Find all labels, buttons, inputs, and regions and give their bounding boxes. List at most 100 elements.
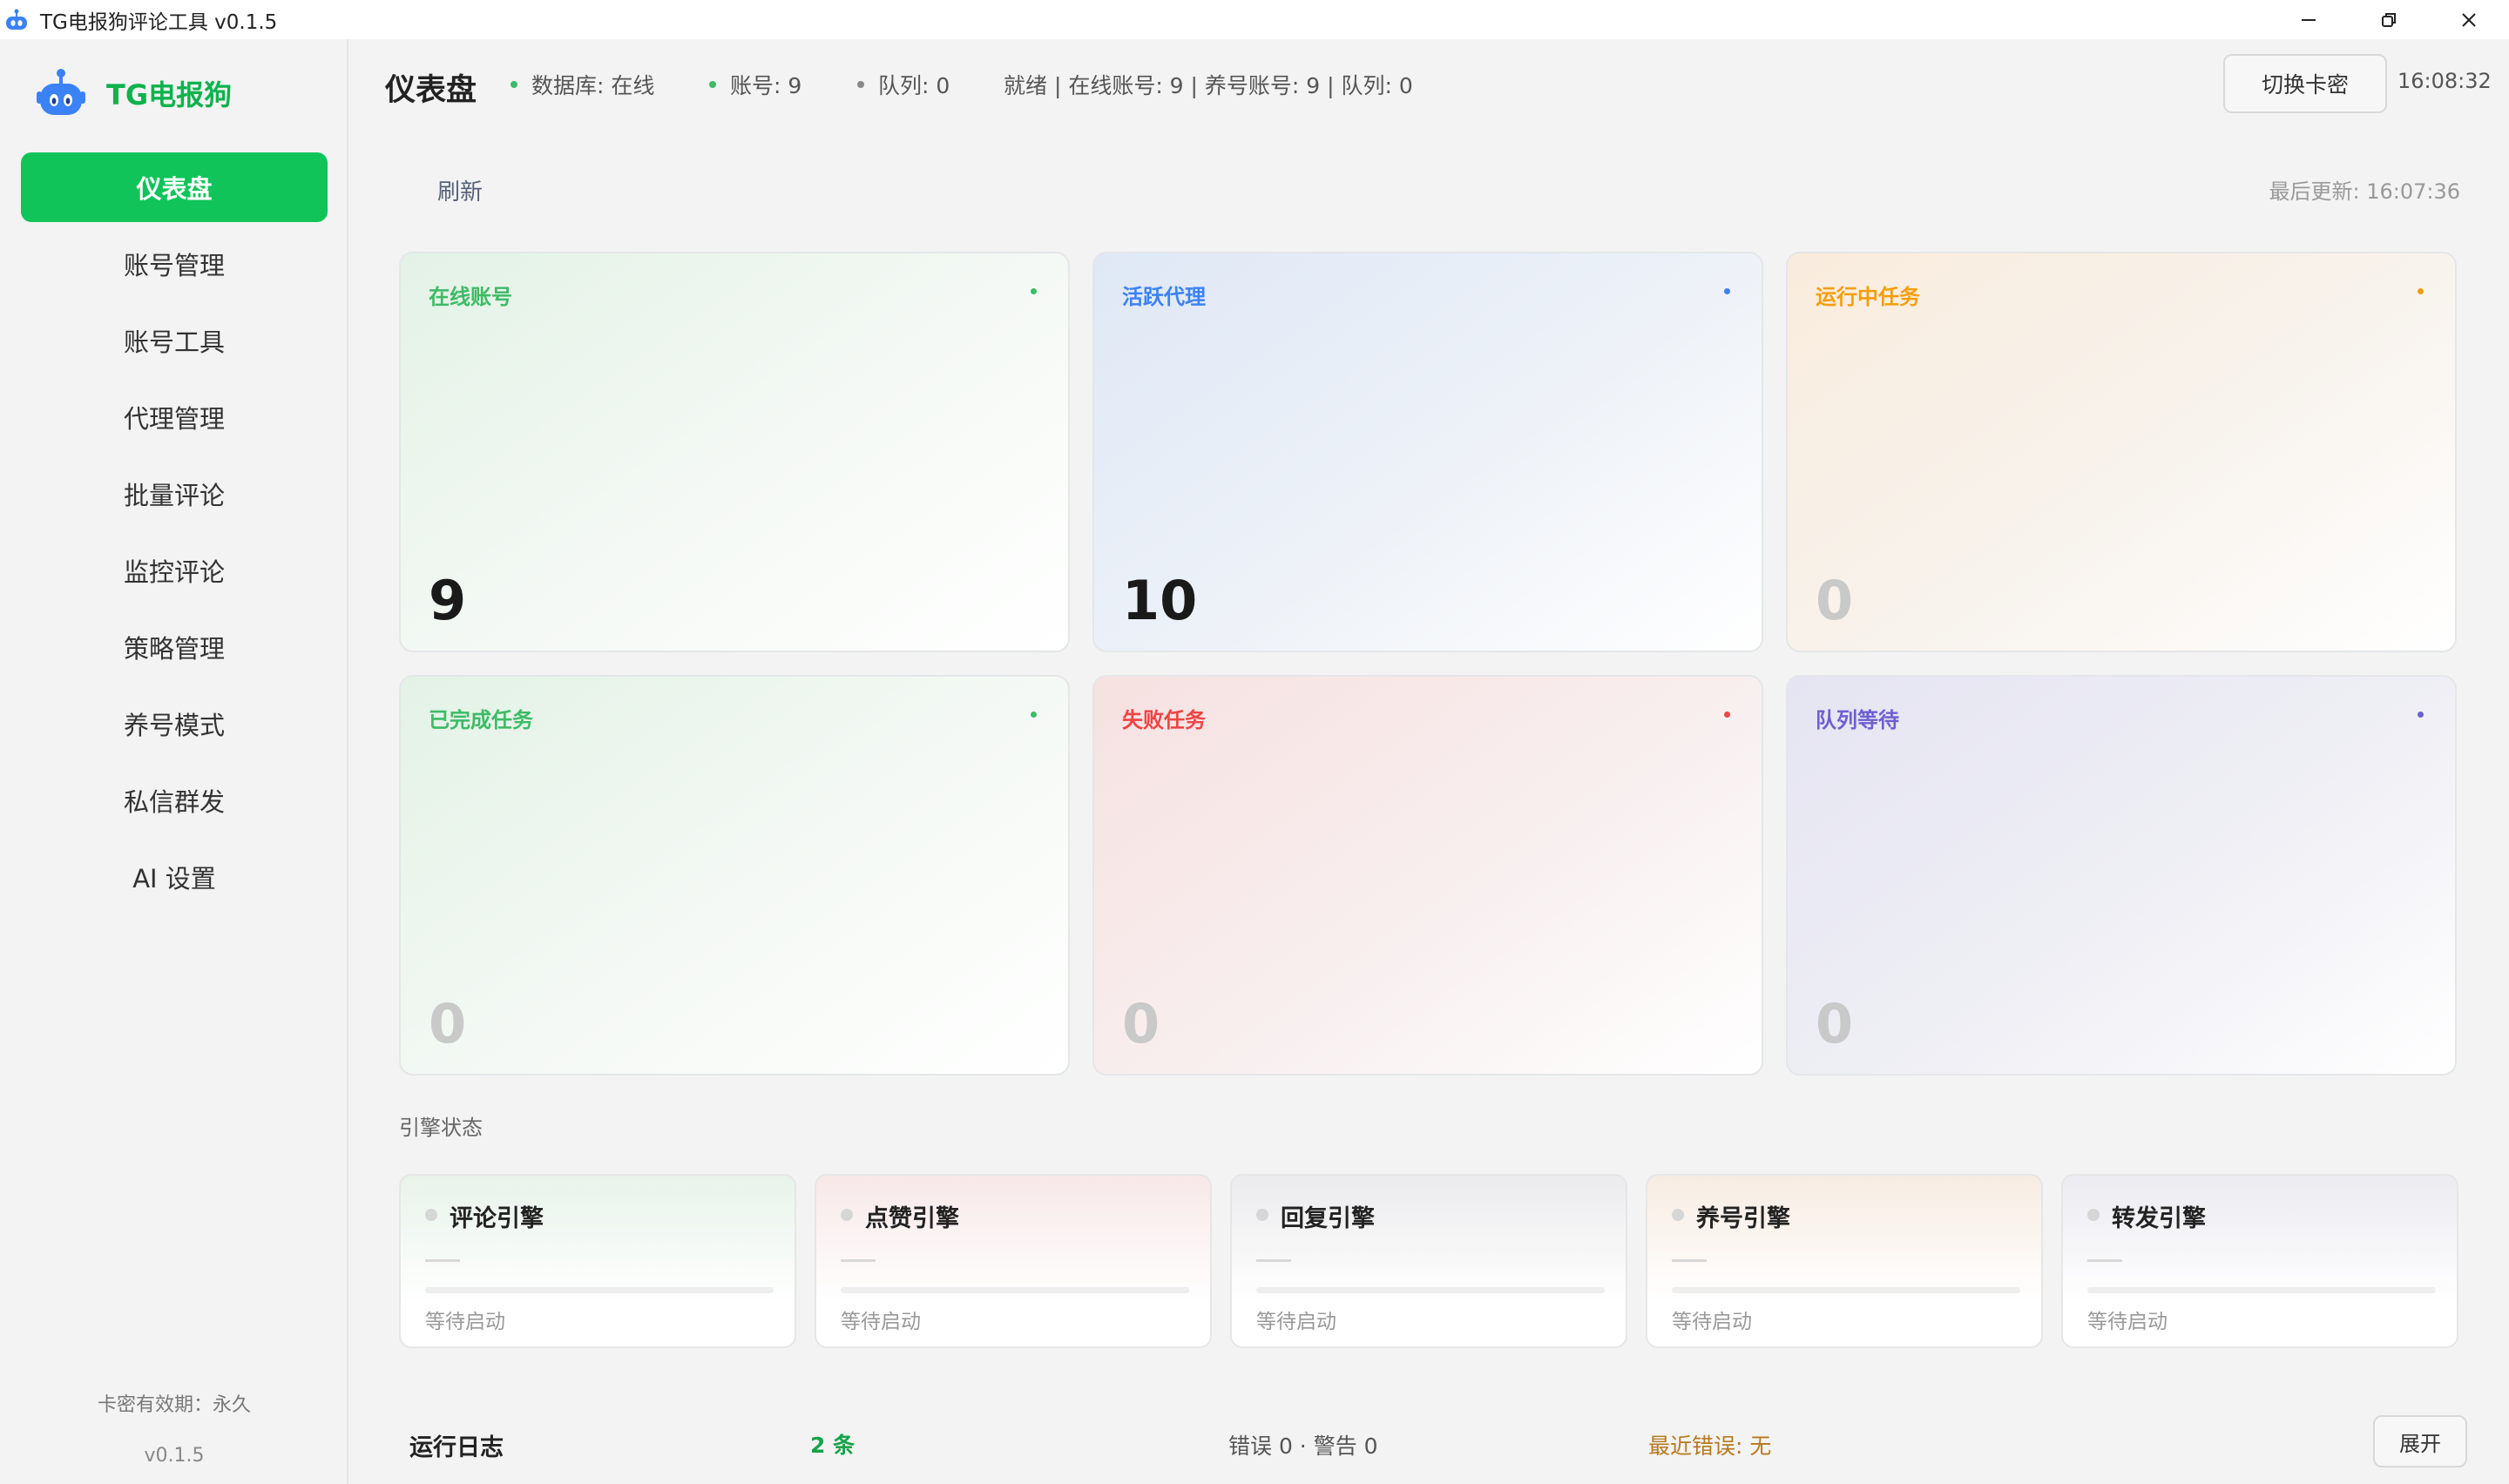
engine-status: 等待启动 — [425, 1311, 505, 1333]
engine-name: 评论引擎 — [450, 1205, 544, 1232]
stat-label: 运行中任务 — [1816, 285, 1920, 309]
engine-card-comment: 评论引擎 等待启动 — [399, 1174, 796, 1348]
status-summary: 就绪 | 在线账号: 9 | 养号账号: 9 | 队列: 0 — [1004, 73, 1413, 98]
clock: 16:08:32 — [2397, 69, 2492, 93]
engine-name: 转发引擎 — [2112, 1205, 2206, 1232]
engine-progress-placeholder — [1672, 1259, 1707, 1262]
db-status: 数据库: 在线 — [511, 69, 654, 100]
close-icon — [2462, 12, 2476, 27]
engine-progress-placeholder — [1256, 1259, 1291, 1262]
stat-card-running-tasks: 运行中任务 0 — [1786, 252, 2457, 652]
sidebar: TG电报狗 仪表盘 账号管理 账号工具 代理管理 批量评论 监控评论 策略管理 … — [0, 39, 348, 1484]
sidebar-item-dashboard[interactable]: 仪表盘 — [21, 152, 328, 222]
status-dot-icon — [2418, 712, 2424, 718]
stat-value: 0 — [1122, 992, 1160, 1056]
brand-name: TG电报狗 — [106, 78, 233, 111]
minimize-icon — [2302, 18, 2316, 21]
queue-status: 队列: 0 — [857, 69, 950, 100]
sidebar-item-monitor-comment[interactable]: 监控评论 — [21, 536, 328, 605]
brand: TG电报狗 — [33, 65, 232, 121]
stat-label: 已完成任务 — [429, 708, 533, 732]
stat-label: 队列等待 — [1816, 708, 1899, 732]
online-dot-icon — [511, 81, 517, 88]
engine-status: 等待启动 — [1672, 1311, 1752, 1333]
account-count-text: 账号: 9 — [730, 73, 802, 98]
stat-value: 0 — [1816, 569, 1854, 632]
online-dot-icon — [709, 81, 716, 88]
status-dot-icon — [1031, 712, 1037, 718]
engine-name: 回复引擎 — [1281, 1205, 1375, 1232]
run-log-count: 2 条 — [810, 1433, 855, 1458]
stat-value: 0 — [1816, 992, 1854, 1056]
status-dot-icon — [1031, 288, 1037, 294]
sidebar-item-batch-comment[interactable]: 批量评论 — [21, 459, 328, 529]
restore-button[interactable] — [2349, 0, 2429, 39]
engine-status: 等待启动 — [841, 1311, 921, 1333]
run-log-title: 运行日志 — [409, 1434, 504, 1461]
engine-card-forward: 转发引擎 等待启动 — [2061, 1174, 2458, 1348]
engine-status-dot-icon — [2087, 1209, 2100, 1221]
engine-card-like: 点赞引擎 等待启动 — [815, 1174, 1212, 1348]
page-header: 仪表盘 数据库: 在线 账号: 9 队列: 0 就绪 | 在线账号: 9 | 养… — [350, 39, 2509, 126]
engine-progress-bar — [425, 1287, 774, 1293]
sidebar-item-strategy-management[interactable]: 策略管理 — [21, 612, 328, 682]
app-logo-icon — [6, 9, 27, 30]
license-validity: 卡密有效期：永久 — [97, 1394, 251, 1416]
robot-logo-icon — [37, 69, 85, 115]
engine-card-reply: 回复引擎 等待启动 — [1230, 1174, 1627, 1348]
app-version: v0.1.5 — [144, 1445, 205, 1467]
engine-status: 等待启动 — [1256, 1311, 1336, 1333]
window-title: TG电报狗评论工具 v0.1.5 — [40, 10, 278, 34]
last-update: 最后更新: 16:07:36 — [2269, 179, 2460, 204]
engine-status-dot-icon — [1672, 1209, 1684, 1221]
status-dot-icon — [857, 81, 864, 88]
stat-card-active-proxies: 活跃代理 10 — [1092, 252, 1763, 652]
restore-icon — [2382, 12, 2396, 27]
queue-text: 队列: 0 — [878, 73, 950, 98]
sidebar-item-proxy-management[interactable]: 代理管理 — [21, 382, 328, 452]
engine-status-dot-icon — [841, 1209, 853, 1221]
stat-label: 活跃代理 — [1122, 285, 1206, 309]
refresh-button[interactable]: 刷新 — [437, 174, 483, 206]
engine-status: 等待启动 — [2087, 1311, 2167, 1333]
engine-progress-bar — [841, 1287, 1189, 1293]
stat-label: 失败任务 — [1122, 708, 1206, 732]
engine-progress-bar — [1672, 1287, 2020, 1293]
expand-log-button[interactable]: 展开 — [2373, 1415, 2467, 1467]
minimize-button[interactable] — [2269, 0, 2349, 39]
engine-status-dot-icon — [425, 1209, 437, 1221]
engine-progress-placeholder — [841, 1259, 876, 1262]
stat-value: 9 — [429, 569, 467, 632]
status-dot-icon — [1724, 712, 1730, 718]
window-titlebar: TG电报狗评论工具 v0.1.5 — [0, 0, 2509, 39]
stat-card-failed-tasks: 失败任务 0 — [1092, 675, 1763, 1076]
sidebar-item-nurture-mode[interactable]: 养号模式 — [21, 689, 328, 759]
sidebar-item-account-tools[interactable]: 账号工具 — [21, 306, 328, 375]
stat-card-queue-waiting: 队列等待 0 — [1786, 675, 2457, 1076]
sidebar-item-dm-broadcast[interactable]: 私信群发 — [21, 766, 328, 835]
close-button[interactable] — [2429, 0, 2509, 39]
run-log-error-summary: 错误 0 · 警告 0 — [1228, 1433, 1378, 1459]
run-log-last-error: 最近错误: 无 — [1648, 1433, 1772, 1459]
engine-name: 点赞引擎 — [865, 1205, 959, 1232]
engine-progress-bar — [2087, 1287, 2436, 1293]
engine-progress-bar — [1256, 1287, 1605, 1293]
stat-card-online-accounts: 在线账号 9 — [399, 252, 1070, 652]
engine-card-nurture: 养号引擎 等待启动 — [1646, 1174, 2043, 1348]
stat-label: 在线账号 — [429, 285, 512, 309]
engine-section-title: 引擎状态 — [399, 1116, 483, 1140]
engine-status-dot-icon — [1256, 1209, 1268, 1221]
stat-card-completed-tasks: 已完成任务 0 — [399, 675, 1070, 1076]
account-count-status: 账号: 9 — [709, 69, 801, 100]
page-title: 仪表盘 — [385, 73, 477, 108]
status-dot-icon — [1724, 288, 1730, 294]
stat-value: 0 — [429, 992, 467, 1056]
db-status-text: 数据库: 在线 — [531, 73, 655, 98]
sidebar-item-account-management[interactable]: 账号管理 — [21, 229, 328, 299]
engine-name: 养号引擎 — [1696, 1205, 1790, 1232]
switch-license-button[interactable]: 切换卡密 — [2223, 54, 2387, 113]
sidebar-item-ai-settings[interactable]: AI 设置 — [21, 842, 328, 912]
stat-value: 10 — [1122, 569, 1198, 632]
engine-progress-placeholder — [425, 1259, 460, 1262]
engine-progress-placeholder — [2087, 1259, 2122, 1262]
